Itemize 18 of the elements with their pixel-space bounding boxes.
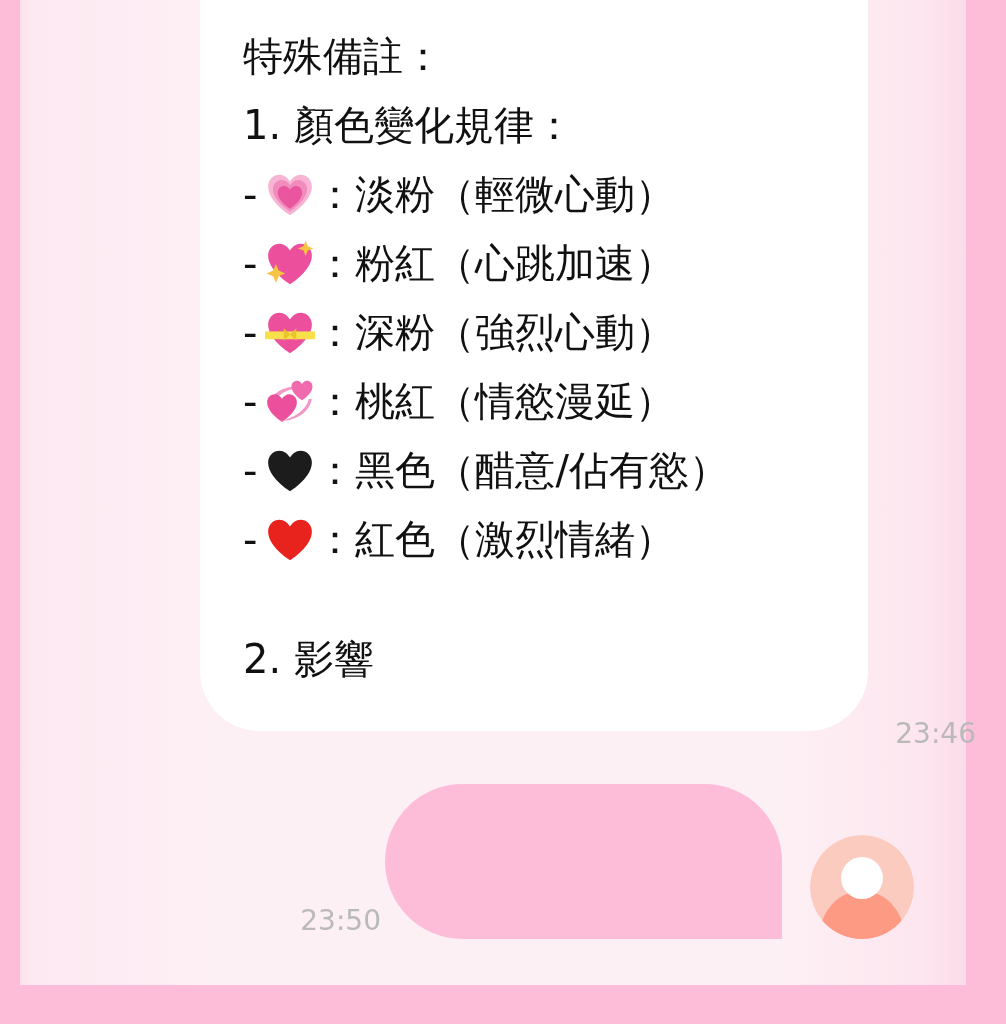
message-text: ：粉紅（心跳加速） — [315, 239, 676, 288]
message-text: ：黑色（醋意/佔有慾） — [315, 446, 729, 495]
message-text: ：深粉（強烈心動） — [315, 308, 676, 357]
bullet-dash: - — [243, 309, 258, 356]
message-text: ：桃紅（情慾漫延） — [315, 377, 676, 426]
bullet-dash: - — [243, 171, 258, 218]
message-time: 23:50 — [300, 904, 381, 937]
bullet-dash: - — [243, 378, 258, 425]
bullet-dash: - — [243, 447, 258, 494]
message-text: ：淡粉（輕微心動） — [315, 170, 676, 219]
message-text: 2. 影響 — [243, 635, 374, 684]
avatar-icon[interactable] — [810, 835, 914, 939]
bullet-dash: - — [243, 516, 258, 563]
message-text: 1. 顏色變化規律： — [243, 101, 574, 150]
message-text: ：紅色（激烈情緒） — [315, 515, 676, 564]
message-time: 23:46 — [895, 717, 976, 750]
message-text: 特殊備註： — [243, 32, 443, 81]
bullet-dash: - — [243, 240, 258, 287]
